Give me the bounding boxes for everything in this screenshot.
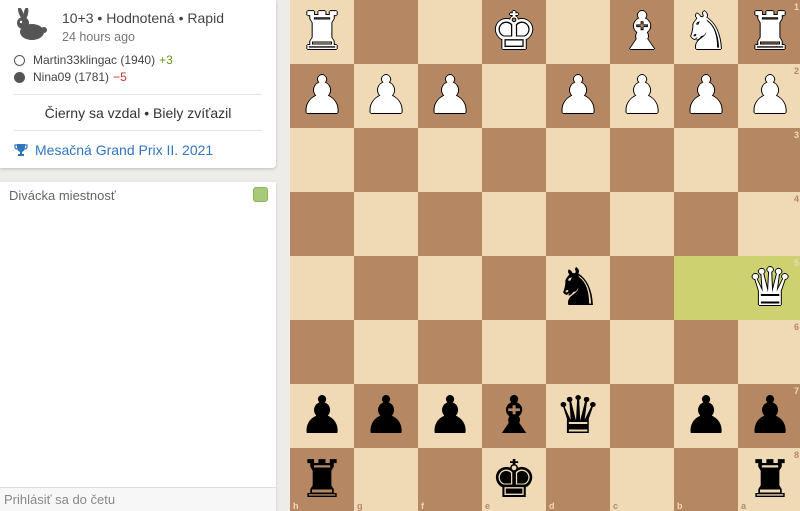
square-a4[interactable]: 4 bbox=[738, 192, 800, 256]
divider bbox=[14, 94, 262, 95]
square-d8[interactable]: d bbox=[546, 448, 610, 511]
rank-coordinate: 4 bbox=[793, 194, 799, 204]
game-time-ago: 24 hours ago bbox=[62, 30, 135, 44]
square-a3[interactable]: 3 bbox=[738, 128, 800, 192]
square-b5[interactable] bbox=[674, 256, 738, 320]
player-white-name: Martin33klingac (1940) bbox=[33, 53, 156, 67]
square-b4[interactable] bbox=[674, 192, 738, 256]
square-c3[interactable] bbox=[610, 128, 674, 192]
square-e3[interactable] bbox=[482, 128, 546, 192]
chat-input[interactable]: Prihlásiť sa do četu bbox=[0, 487, 276, 511]
divider bbox=[14, 130, 262, 131]
white-pawn-c2[interactable]: ♟ bbox=[610, 64, 674, 128]
player-black[interactable]: Nina09 (1781) −5 bbox=[14, 70, 127, 84]
black-pawn-f7[interactable]: ♟ bbox=[418, 384, 482, 448]
white-pawn-g2[interactable]: ♟ bbox=[354, 64, 418, 128]
white-player-dot-icon bbox=[14, 54, 25, 66]
square-f4[interactable] bbox=[418, 192, 482, 256]
white-pawn-h2[interactable]: ♟ bbox=[290, 64, 354, 128]
square-f1[interactable] bbox=[418, 0, 482, 64]
file-coordinate: f bbox=[421, 501, 424, 511]
square-f8[interactable]: f bbox=[418, 448, 482, 511]
white-rook-h1[interactable]: ♜ bbox=[290, 0, 354, 64]
rank-coordinate: 3 bbox=[793, 130, 799, 140]
player-black-name: Nina09 (1781) bbox=[33, 70, 110, 84]
black-rook-h8[interactable]: ♜ bbox=[290, 448, 354, 511]
square-g4[interactable] bbox=[354, 192, 418, 256]
square-f6[interactable] bbox=[418, 320, 482, 384]
chat-panel: Divácka miestnosť Prihlásiť sa do četu bbox=[0, 182, 276, 511]
chess-board[interactable]: 1 2 3 4 5 6 7 h g f e d c b 8 a ♜ ♚ ♝ ♞ ♜ ♟ ♟ ♟ ♟ ♟ ♟ ♟ ♞ ♛ ♟ ♟ ♟ ♝ ♛ ♟ ♟ ♜ ♚ ♜ bbox=[290, 0, 800, 511]
player-black-rating-diff: −5 bbox=[113, 70, 127, 84]
chat-title: Divácka miestnosť bbox=[9, 188, 116, 203]
game-result: Čierny sa vzdal • Biely zvíťazil bbox=[44, 105, 232, 121]
chat-toggle-checkbox[interactable] bbox=[253, 187, 268, 202]
file-coordinate: b bbox=[677, 501, 683, 511]
square-e6[interactable] bbox=[482, 320, 546, 384]
black-pawn-a7[interactable]: ♟ bbox=[738, 384, 800, 448]
tournament-link[interactable]: Mesačná Grand Prix II. 2021 bbox=[14, 142, 213, 158]
square-e2[interactable] bbox=[482, 64, 546, 128]
black-pawn-h7[interactable]: ♟ bbox=[290, 384, 354, 448]
square-g6[interactable] bbox=[354, 320, 418, 384]
square-d4[interactable] bbox=[546, 192, 610, 256]
black-pawn-b7[interactable]: ♟ bbox=[674, 384, 738, 448]
square-h3[interactable] bbox=[290, 128, 354, 192]
player-white-rating-diff: +3 bbox=[159, 53, 173, 67]
square-c8[interactable]: c bbox=[610, 448, 674, 511]
white-king-e1[interactable]: ♚ bbox=[482, 0, 546, 64]
square-b3[interactable] bbox=[674, 128, 738, 192]
white-pawn-b2[interactable]: ♟ bbox=[674, 64, 738, 128]
white-rook-a1[interactable]: ♜ bbox=[738, 0, 800, 64]
game-info-card: 10+3 • Hodnotená • Rapid 24 hours ago Ma… bbox=[0, 0, 276, 168]
black-knight-d5[interactable]: ♞ bbox=[546, 256, 610, 320]
square-f5[interactable] bbox=[418, 256, 482, 320]
white-bishop-c1[interactable]: ♝ bbox=[610, 0, 674, 64]
square-b6[interactable] bbox=[674, 320, 738, 384]
square-d1[interactable] bbox=[546, 0, 610, 64]
black-queen-d7[interactable]: ♛ bbox=[546, 384, 610, 448]
white-pawn-f2[interactable]: ♟ bbox=[418, 64, 482, 128]
square-c7[interactable] bbox=[610, 384, 674, 448]
square-b8[interactable]: b bbox=[674, 448, 738, 511]
square-e4[interactable] bbox=[482, 192, 546, 256]
game-type-line: 10+3 • Hodnotená • Rapid bbox=[62, 10, 224, 26]
square-g1[interactable] bbox=[354, 0, 418, 64]
square-c5[interactable] bbox=[610, 256, 674, 320]
square-h6[interactable] bbox=[290, 320, 354, 384]
square-a6[interactable]: 6 bbox=[738, 320, 800, 384]
white-knight-b1[interactable]: ♞ bbox=[674, 0, 738, 64]
black-player-dot-icon bbox=[14, 71, 25, 83]
square-c6[interactable] bbox=[610, 320, 674, 384]
square-d6[interactable] bbox=[546, 320, 610, 384]
white-queen-a5[interactable]: ♛ bbox=[738, 256, 800, 320]
white-pawn-a2[interactable]: ♟ bbox=[738, 64, 800, 128]
square-g3[interactable] bbox=[354, 128, 418, 192]
square-g8[interactable]: g bbox=[354, 448, 418, 511]
file-coordinate: c bbox=[613, 501, 619, 511]
square-g5[interactable] bbox=[354, 256, 418, 320]
rapid-rabbit-icon bbox=[17, 8, 47, 40]
black-rook-a8[interactable]: ♜ bbox=[738, 448, 800, 511]
square-h5[interactable] bbox=[290, 256, 354, 320]
file-coordinate: d bbox=[549, 501, 555, 511]
black-pawn-g7[interactable]: ♟ bbox=[354, 384, 418, 448]
white-pawn-d2[interactable]: ♟ bbox=[546, 64, 610, 128]
black-bishop-e7[interactable]: ♝ bbox=[482, 384, 546, 448]
file-coordinate: g bbox=[357, 501, 363, 511]
black-king-e8[interactable]: ♚ bbox=[482, 448, 546, 511]
trophy-icon bbox=[14, 144, 28, 156]
rank-coordinate: 6 bbox=[793, 322, 799, 332]
square-d3[interactable] bbox=[546, 128, 610, 192]
square-e5[interactable] bbox=[482, 256, 546, 320]
square-f3[interactable] bbox=[418, 128, 482, 192]
square-c4[interactable] bbox=[610, 192, 674, 256]
player-white[interactable]: Martin33klingac (1940) +3 bbox=[14, 53, 173, 67]
tournament-name: Mesačná Grand Prix II. 2021 bbox=[35, 142, 214, 158]
square-h4[interactable] bbox=[290, 192, 354, 256]
